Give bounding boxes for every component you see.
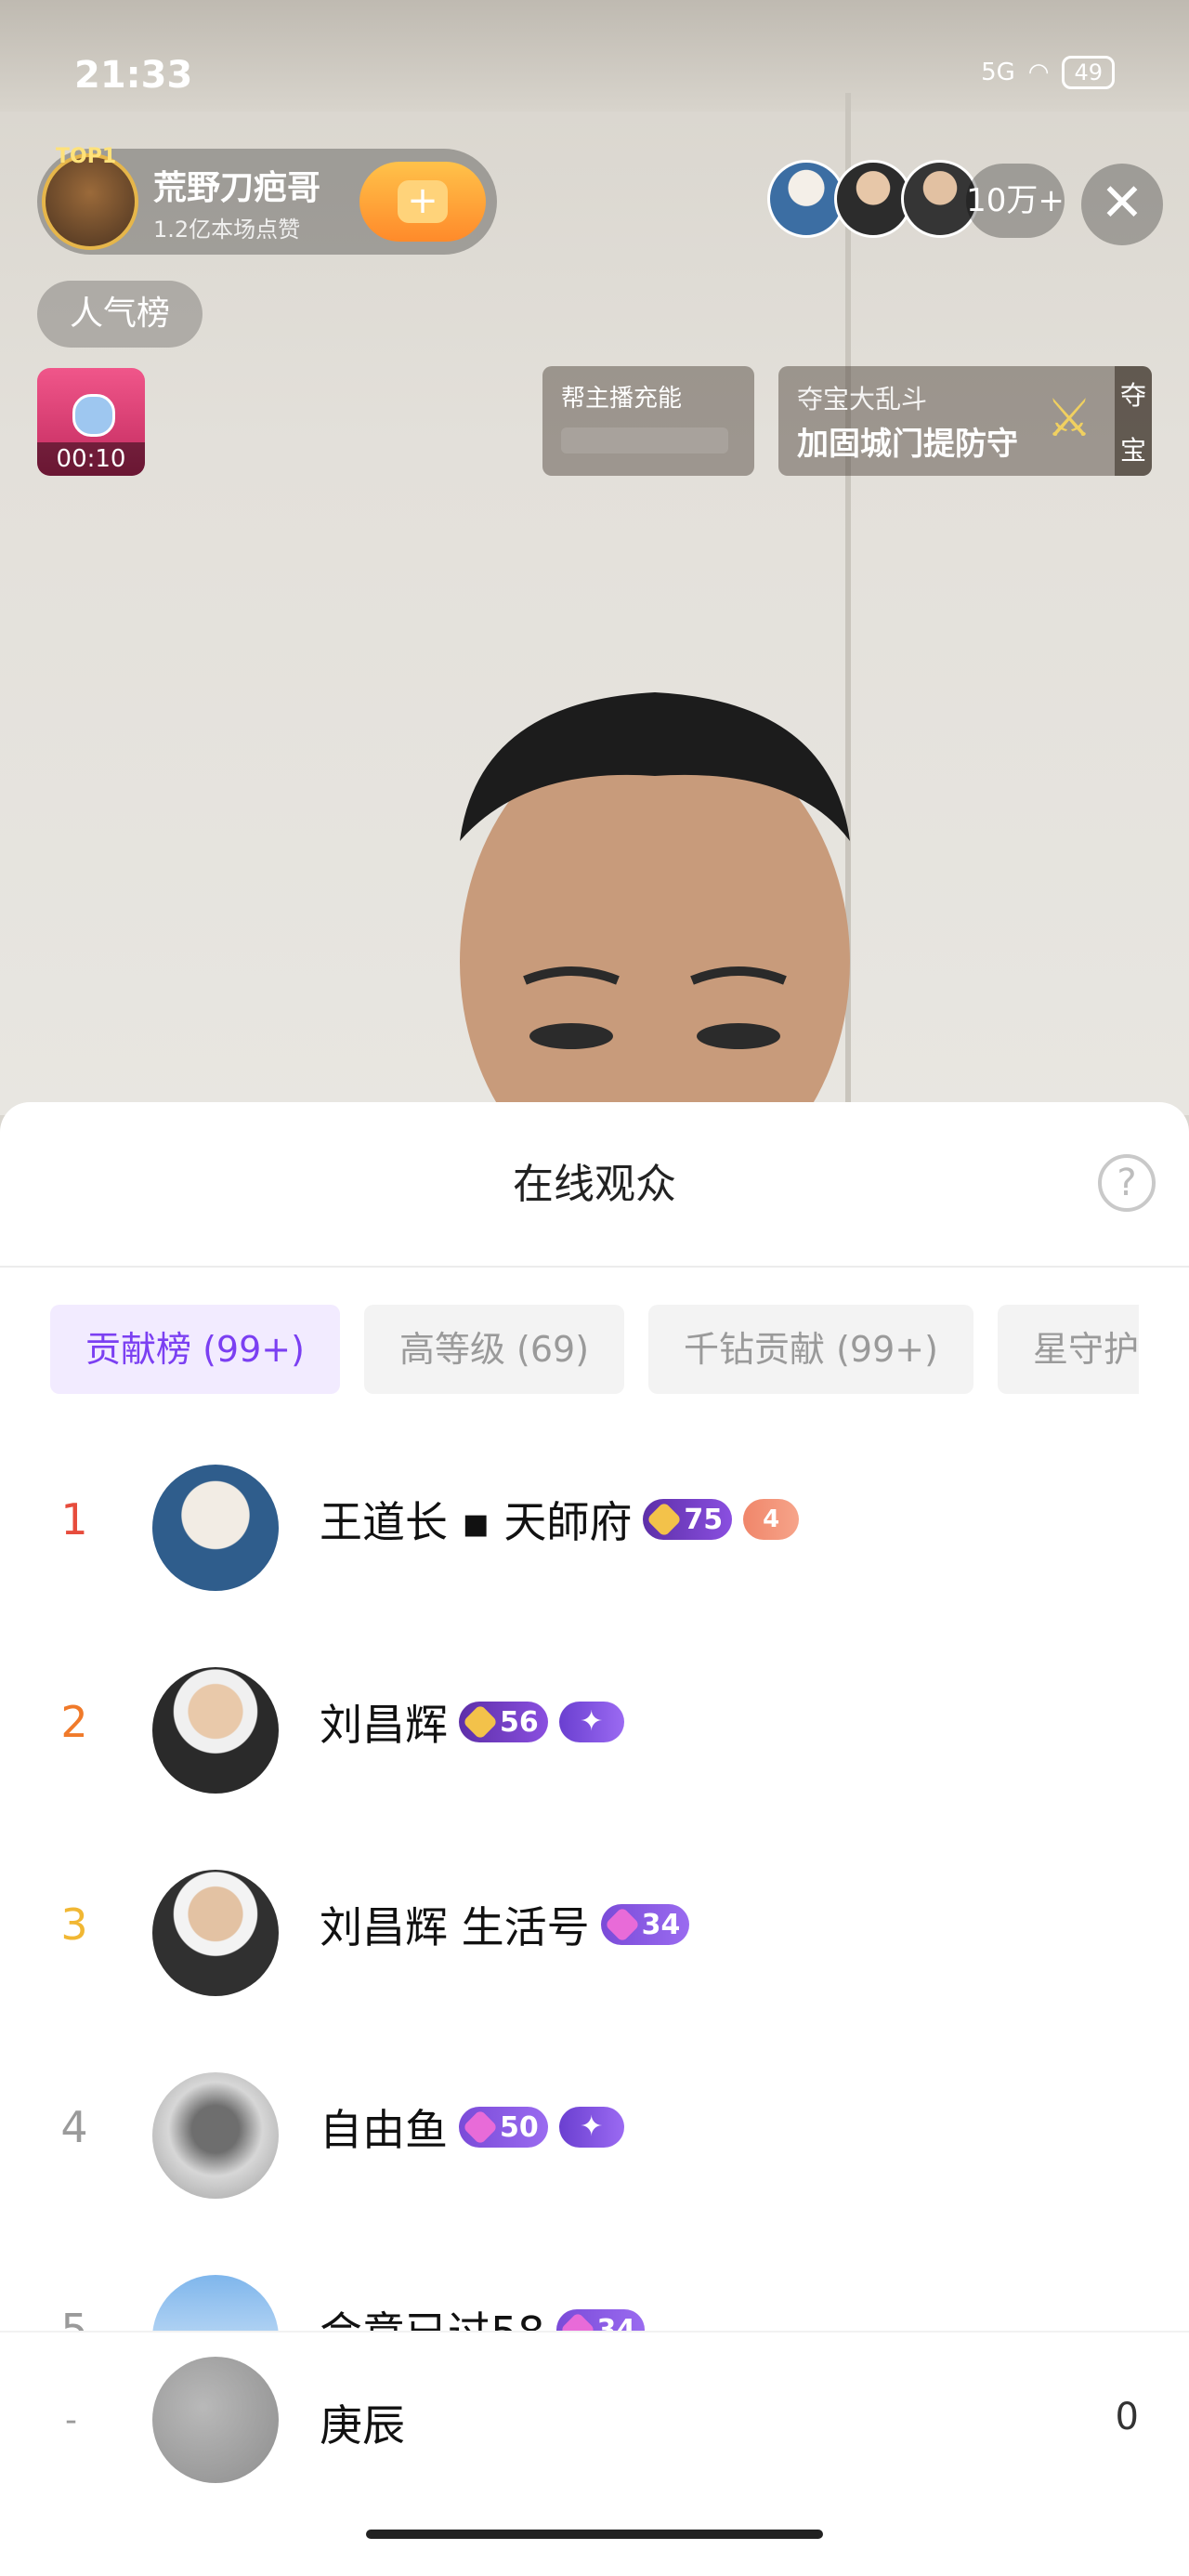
user-name: 刘昌辉 生活号 xyxy=(320,1902,590,1952)
host-likes: 1.2亿本场点赞 xyxy=(153,216,301,243)
level-badge: 56 xyxy=(459,1702,548,1742)
user-name-line: 刘昌辉 56 ✦ xyxy=(320,1691,624,1753)
user-name-line: 刘昌辉 生活号 34 xyxy=(320,1894,690,1955)
rank-number: 5 xyxy=(60,2305,88,2331)
level-value: 56 xyxy=(500,1705,539,1739)
top1-badge: TOP1 xyxy=(56,145,117,168)
audience-tabs: 贡献榜 (99+) 高等级 (69) 千钻贡献 (99+) 星守护 (14 xyxy=(50,1305,1139,1394)
treasure-card[interactable]: 夺宝大乱斗 加固城门提防守 ⚔ 夺 宝 xyxy=(778,366,1152,476)
level-badge: 50 xyxy=(459,2107,548,2148)
rank-number: 2 xyxy=(60,1697,88,1747)
gem-icon xyxy=(604,1906,640,1943)
thumb-time: 00:10 xyxy=(37,442,145,476)
avatar[interactable] xyxy=(152,2275,279,2331)
avatar[interactable] xyxy=(152,2072,279,2199)
treasure-side-tab[interactable]: 夺 宝 xyxy=(1115,366,1152,476)
user-name: 会意已过58 xyxy=(320,2299,545,2331)
battery-icon: 49 xyxy=(1062,56,1115,89)
signal-icon: 5G xyxy=(981,59,1015,86)
my-name: 庚辰 xyxy=(320,2400,405,2451)
divider xyxy=(0,1266,1189,1268)
wifi-icon: ◠ xyxy=(1027,59,1050,86)
panel-title: 在线观众 xyxy=(513,1161,676,1208)
tab-high-level[interactable]: 高等级 (69) xyxy=(363,1305,625,1394)
top-viewers[interactable] xyxy=(767,160,979,238)
side-tab-char: 宝 xyxy=(1119,434,1146,466)
host-texts: 荒野刀疤哥 1.2亿本场点赞 xyxy=(153,161,320,243)
tab-contribution[interactable]: 贡献榜 (99+) xyxy=(50,1305,340,1394)
user-name-line: 王道长 ▪ 天師府 75 4 xyxy=(320,1489,800,1550)
tab-star-guardian[interactable]: 星守护 (14 xyxy=(997,1305,1139,1394)
thumb-avatar-icon xyxy=(72,394,115,437)
treasure-card-subtitle: 加固城门提防守 xyxy=(797,426,1018,463)
charge-progress-bar xyxy=(561,427,728,453)
charge-card-title: 帮主播充能 xyxy=(561,385,683,413)
my-rank: - xyxy=(65,2401,77,2439)
gem-icon xyxy=(462,1703,499,1741)
popularity-button[interactable]: 人气榜 xyxy=(37,281,203,348)
heart-plus-icon: + xyxy=(398,180,448,223)
charge-card[interactable]: 帮主播充能 xyxy=(542,366,754,476)
viewer-count-button[interactable]: 10万+ xyxy=(966,164,1065,238)
streamer-video xyxy=(460,692,850,1166)
home-indicator[interactable] xyxy=(366,2530,823,2539)
rank-number: 4 xyxy=(60,2102,88,2152)
star-badge: ✦ xyxy=(558,2107,624,2148)
fan-badge: 4 xyxy=(743,1499,800,1540)
online-audience-panel: 在线观众 ? 贡献榜 (99+) 高等级 (69) 千钻贡献 (99+) 星守护 (1… xyxy=(0,1102,1189,2576)
list-item[interactable]: 1 王道长 ▪ 天師府 75 4 xyxy=(0,1431,1189,1634)
list-item[interactable]: 3 刘昌辉 生活号 34 xyxy=(0,1836,1189,2039)
level-value: 34 xyxy=(596,2313,636,2332)
avatar[interactable] xyxy=(152,1870,279,1996)
help-icon[interactable]: ? xyxy=(1098,1154,1156,1212)
level-value: 75 xyxy=(684,1503,724,1536)
level-badge: 75 xyxy=(643,1499,733,1540)
list-item[interactable]: 4 自由鱼 50 ✦ xyxy=(0,2039,1189,2241)
status-icons: 5G ◠ 49 xyxy=(981,56,1115,89)
host-info-chip[interactable]: TOP1 荒野刀疤哥 1.2亿本场点赞 + xyxy=(37,145,497,255)
side-tab-char: 夺 xyxy=(1119,379,1146,411)
list-item[interactable]: 2 刘昌辉 56 ✦ xyxy=(0,1634,1189,1836)
rank-number: 3 xyxy=(60,1899,88,1950)
level-badge: 34 xyxy=(555,2309,646,2332)
star-badge: ✦ xyxy=(558,1702,624,1742)
my-score: 0 xyxy=(1115,2396,1139,2438)
level-value: 34 xyxy=(641,1908,681,1941)
user-name-line: 自由鱼 50 ✦ xyxy=(320,2096,624,2158)
audience-list: 1 王道长 ▪ 天師府 75 4 2 刘昌辉 56 ✦ 3 刘昌辉 生活号 34 xyxy=(0,1431,1189,2331)
user-name: 王道长 ▪ 天師府 xyxy=(320,1497,633,1547)
list-item[interactable]: 5 会意已过58 34 xyxy=(0,2241,1189,2331)
avatar[interactable] xyxy=(152,1465,279,1591)
crossed-swords-icon: ⚔ xyxy=(1045,388,1093,449)
level-badge: 34 xyxy=(600,1904,690,1945)
avatar[interactable] xyxy=(152,1667,279,1794)
gem-icon xyxy=(462,2109,499,2146)
gem-icon xyxy=(559,2311,595,2331)
status-bar: 21:33 5G ◠ 49 xyxy=(0,46,1189,112)
user-name-line: 会意已过58 34 xyxy=(320,2299,646,2332)
user-name: 自由鱼 xyxy=(320,2105,448,2155)
treasure-card-title: 夺宝大乱斗 xyxy=(797,384,928,414)
my-rank-row[interactable]: - 庚辰 0 xyxy=(0,2333,1189,2518)
gem-icon xyxy=(647,1501,683,1538)
tab-diamond-contribution[interactable]: 千钻贡献 (99+) xyxy=(648,1305,973,1394)
follow-button[interactable]: + xyxy=(359,162,486,242)
my-avatar[interactable] xyxy=(152,2357,279,2483)
level-value: 50 xyxy=(500,2110,539,2144)
host-name: 荒野刀疤哥 xyxy=(153,168,321,207)
video-thumbnail[interactable]: 00:10 xyxy=(37,368,145,476)
rank-number: 1 xyxy=(60,1494,88,1544)
user-name: 刘昌辉 xyxy=(320,1700,448,1750)
close-icon[interactable]: ✕ xyxy=(1081,164,1163,245)
status-time: 21:33 xyxy=(74,54,193,97)
